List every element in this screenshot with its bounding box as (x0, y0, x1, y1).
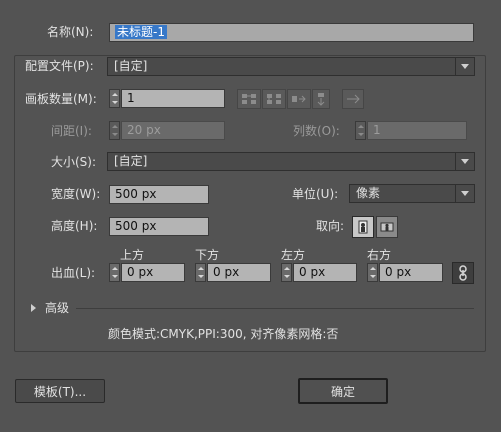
bleed-bottom-stepper[interactable] (195, 263, 206, 282)
portrait-orientation-icon[interactable] (352, 216, 374, 238)
profile-label: 配置文件(P): (25, 59, 94, 73)
bleed-left-input[interactable]: 0 px (293, 263, 357, 282)
orientation-label: 取向: (316, 219, 345, 233)
height-label: 高度(H): (51, 219, 98, 233)
units-value: 像素 (356, 186, 381, 200)
name-input[interactable]: 未标题-1 (109, 23, 474, 42)
advanced-label[interactable]: 高级 (45, 300, 69, 316)
grid-by-column-icon[interactable] (262, 89, 286, 109)
width-label: 宽度(W): (51, 187, 101, 201)
units-select[interactable]: 像素 (349, 184, 475, 203)
bleed-label: 出血(L): (51, 266, 96, 280)
bleed-top-input[interactable]: 0 px (121, 263, 185, 282)
arrange-by-row-icon[interactable] (287, 89, 311, 109)
spacing-stepper[interactable] (109, 121, 120, 140)
new-document-dialog: 名称(N): 未标题-1 配置文件(P): [自定] 画板数量(M): 1 间距… (0, 0, 501, 432)
chevron-down-icon (455, 58, 474, 75)
arrange-by-column-icon[interactable] (312, 89, 330, 109)
name-label: 名称(N): (47, 25, 94, 39)
columns-stepper[interactable] (355, 121, 366, 140)
bleed-top-stepper[interactable] (109, 263, 120, 282)
templates-button[interactable]: 模板(T)... (15, 379, 105, 403)
bleed-right-input[interactable]: 0 px (379, 263, 443, 282)
link-icon[interactable] (452, 262, 474, 284)
bleed-top-label: 上方 (120, 248, 145, 262)
columns-label: 列数(O): (293, 124, 340, 138)
artboards-stepper[interactable] (109, 89, 120, 108)
grid-by-row-icon[interactable] (237, 89, 261, 109)
spacing-input[interactable]: 20 px (121, 121, 225, 140)
profile-value: [自定] (114, 59, 148, 73)
name-value: 未标题-1 (115, 25, 167, 39)
summary-text: 颜色模式:CMYK,PPI:300, 对齐像素网格:否 (108, 327, 339, 341)
profile-select[interactable]: [自定] (107, 57, 475, 76)
bleed-bottom-label: 下方 (195, 248, 220, 262)
bleed-right-stepper[interactable] (367, 263, 378, 282)
size-value: [自定] (114, 154, 148, 168)
bleed-left-label: 左方 (281, 248, 306, 262)
landscape-orientation-icon[interactable] (376, 216, 398, 238)
artboards-input[interactable]: 1 (121, 89, 225, 108)
bleed-bottom-input[interactable]: 0 px (207, 263, 271, 282)
columns-input[interactable]: 1 (367, 121, 467, 140)
bleed-left-stepper[interactable] (281, 263, 292, 282)
spacing-label: 间距(I): (51, 124, 92, 138)
advanced-divider (76, 308, 474, 309)
height-input[interactable]: 500 px (109, 217, 209, 236)
right-to-left-icon[interactable] (342, 89, 364, 109)
artboards-label: 画板数量(M): (25, 92, 97, 106)
bleed-right-label: 右方 (367, 248, 392, 262)
units-label: 单位(U): (292, 187, 339, 201)
size-select[interactable]: [自定] (107, 152, 475, 171)
chevron-down-icon (455, 185, 474, 202)
size-label: 大小(S): (51, 155, 97, 169)
ok-button[interactable]: 确定 (298, 378, 388, 404)
expand-triangle-icon[interactable] (31, 304, 36, 312)
width-input[interactable]: 500 px (109, 185, 209, 204)
chevron-down-icon (455, 153, 474, 170)
